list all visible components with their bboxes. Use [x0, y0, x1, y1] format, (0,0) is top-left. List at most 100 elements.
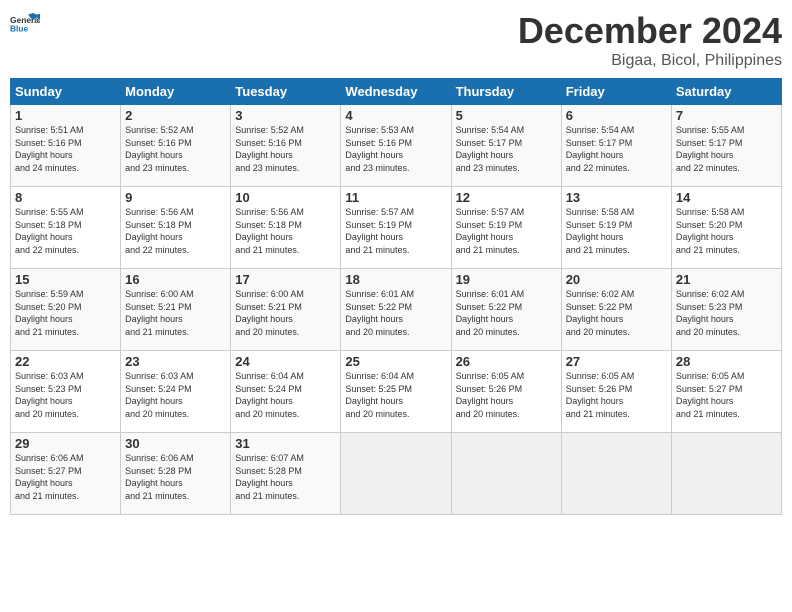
day-number: 10 [235, 190, 336, 205]
calendar-cell: 11Sunrise: 5:57 AMSunset: 5:19 PMDayligh… [341, 187, 451, 269]
col-monday: Monday [121, 79, 231, 105]
day-number: 5 [456, 108, 557, 123]
day-info: Sunrise: 5:59 AMSunset: 5:20 PMDaylight … [15, 288, 116, 338]
day-number: 6 [566, 108, 667, 123]
day-number: 23 [125, 354, 226, 369]
logo: General Blue [10, 10, 40, 39]
day-info: Sunrise: 6:07 AMSunset: 5:28 PMDaylight … [235, 452, 336, 502]
day-info: Sunrise: 6:03 AMSunset: 5:23 PMDaylight … [15, 370, 116, 420]
calendar-table: Sunday Monday Tuesday Wednesday Thursday… [10, 78, 782, 515]
calendar-row: 15Sunrise: 5:59 AMSunset: 5:20 PMDayligh… [11, 269, 782, 351]
calendar-cell: 30Sunrise: 6:06 AMSunset: 5:28 PMDayligh… [121, 433, 231, 515]
day-info: Sunrise: 5:55 AMSunset: 5:17 PMDaylight … [676, 124, 777, 174]
day-info: Sunrise: 5:54 AMSunset: 5:17 PMDaylight … [566, 124, 667, 174]
calendar-cell: 23Sunrise: 6:03 AMSunset: 5:24 PMDayligh… [121, 351, 231, 433]
calendar-row: 8Sunrise: 5:55 AMSunset: 5:18 PMDaylight… [11, 187, 782, 269]
calendar-cell: 12Sunrise: 5:57 AMSunset: 5:19 PMDayligh… [451, 187, 561, 269]
calendar-cell: 7Sunrise: 5:55 AMSunset: 5:17 PMDaylight… [671, 105, 781, 187]
calendar-cell: 20Sunrise: 6:02 AMSunset: 5:22 PMDayligh… [561, 269, 671, 351]
calendar-cell: 8Sunrise: 5:55 AMSunset: 5:18 PMDaylight… [11, 187, 121, 269]
calendar-cell: 17Sunrise: 6:00 AMSunset: 5:21 PMDayligh… [231, 269, 341, 351]
day-number: 4 [345, 108, 446, 123]
calendar-cell: 19Sunrise: 6:01 AMSunset: 5:22 PMDayligh… [451, 269, 561, 351]
calendar-cell [341, 433, 451, 515]
day-number: 26 [456, 354, 557, 369]
day-number: 3 [235, 108, 336, 123]
header-row: Sunday Monday Tuesday Wednesday Thursday… [11, 79, 782, 105]
day-number: 30 [125, 436, 226, 451]
day-number: 31 [235, 436, 336, 451]
day-number: 1 [15, 108, 116, 123]
day-info: Sunrise: 6:01 AMSunset: 5:22 PMDaylight … [456, 288, 557, 338]
calendar-row: 1Sunrise: 5:51 AMSunset: 5:16 PMDaylight… [11, 105, 782, 187]
calendar-cell: 22Sunrise: 6:03 AMSunset: 5:23 PMDayligh… [11, 351, 121, 433]
day-number: 27 [566, 354, 667, 369]
col-tuesday: Tuesday [231, 79, 341, 105]
day-number: 13 [566, 190, 667, 205]
month-title: December 2024 [518, 10, 782, 52]
day-number: 9 [125, 190, 226, 205]
calendar-cell: 21Sunrise: 6:02 AMSunset: 5:23 PMDayligh… [671, 269, 781, 351]
day-info: Sunrise: 5:56 AMSunset: 5:18 PMDaylight … [125, 206, 226, 256]
calendar-cell: 27Sunrise: 6:05 AMSunset: 5:26 PMDayligh… [561, 351, 671, 433]
day-number: 20 [566, 272, 667, 287]
day-number: 14 [676, 190, 777, 205]
day-info: Sunrise: 5:58 AMSunset: 5:20 PMDaylight … [676, 206, 777, 256]
svg-text:Blue: Blue [10, 24, 29, 34]
day-number: 18 [345, 272, 446, 287]
title-area: December 2024 Bigaa, Bicol, Philippines [518, 10, 782, 70]
calendar-cell: 25Sunrise: 6:04 AMSunset: 5:25 PMDayligh… [341, 351, 451, 433]
day-number: 29 [15, 436, 116, 451]
day-number: 22 [15, 354, 116, 369]
day-number: 28 [676, 354, 777, 369]
day-info: Sunrise: 5:57 AMSunset: 5:19 PMDaylight … [456, 206, 557, 256]
calendar-cell: 18Sunrise: 6:01 AMSunset: 5:22 PMDayligh… [341, 269, 451, 351]
day-number: 11 [345, 190, 446, 205]
day-info: Sunrise: 5:57 AMSunset: 5:19 PMDaylight … [345, 206, 446, 256]
calendar-cell: 29Sunrise: 6:06 AMSunset: 5:27 PMDayligh… [11, 433, 121, 515]
day-number: 25 [345, 354, 446, 369]
day-info: Sunrise: 6:05 AMSunset: 5:27 PMDaylight … [676, 370, 777, 420]
day-info: Sunrise: 5:52 AMSunset: 5:16 PMDaylight … [235, 124, 336, 174]
calendar-cell: 24Sunrise: 6:04 AMSunset: 5:24 PMDayligh… [231, 351, 341, 433]
day-info: Sunrise: 6:00 AMSunset: 5:21 PMDaylight … [235, 288, 336, 338]
col-wednesday: Wednesday [341, 79, 451, 105]
calendar-cell: 4Sunrise: 5:53 AMSunset: 5:16 PMDaylight… [341, 105, 451, 187]
day-number: 8 [15, 190, 116, 205]
calendar-cell: 2Sunrise: 5:52 AMSunset: 5:16 PMDaylight… [121, 105, 231, 187]
day-info: Sunrise: 6:04 AMSunset: 5:24 PMDaylight … [235, 370, 336, 420]
calendar-cell [671, 433, 781, 515]
day-info: Sunrise: 6:05 AMSunset: 5:26 PMDaylight … [566, 370, 667, 420]
day-info: Sunrise: 5:58 AMSunset: 5:19 PMDaylight … [566, 206, 667, 256]
calendar-cell [451, 433, 561, 515]
day-number: 15 [15, 272, 116, 287]
calendar-cell: 13Sunrise: 5:58 AMSunset: 5:19 PMDayligh… [561, 187, 671, 269]
calendar-cell: 3Sunrise: 5:52 AMSunset: 5:16 PMDaylight… [231, 105, 341, 187]
calendar-row: 29Sunrise: 6:06 AMSunset: 5:27 PMDayligh… [11, 433, 782, 515]
day-info: Sunrise: 5:52 AMSunset: 5:16 PMDaylight … [125, 124, 226, 174]
day-number: 16 [125, 272, 226, 287]
calendar-cell: 5Sunrise: 5:54 AMSunset: 5:17 PMDaylight… [451, 105, 561, 187]
day-info: Sunrise: 6:01 AMSunset: 5:22 PMDaylight … [345, 288, 446, 338]
day-number: 21 [676, 272, 777, 287]
location-title: Bigaa, Bicol, Philippines [518, 52, 782, 70]
col-saturday: Saturday [671, 79, 781, 105]
calendar-cell: 10Sunrise: 5:56 AMSunset: 5:18 PMDayligh… [231, 187, 341, 269]
day-number: 7 [676, 108, 777, 123]
calendar-row: 22Sunrise: 6:03 AMSunset: 5:23 PMDayligh… [11, 351, 782, 433]
day-number: 24 [235, 354, 336, 369]
day-info: Sunrise: 6:03 AMSunset: 5:24 PMDaylight … [125, 370, 226, 420]
col-sunday: Sunday [11, 79, 121, 105]
day-info: Sunrise: 5:53 AMSunset: 5:16 PMDaylight … [345, 124, 446, 174]
calendar-cell: 9Sunrise: 5:56 AMSunset: 5:18 PMDaylight… [121, 187, 231, 269]
col-friday: Friday [561, 79, 671, 105]
day-info: Sunrise: 6:04 AMSunset: 5:25 PMDaylight … [345, 370, 446, 420]
day-number: 19 [456, 272, 557, 287]
calendar-cell [561, 433, 671, 515]
day-info: Sunrise: 5:55 AMSunset: 5:18 PMDaylight … [15, 206, 116, 256]
calendar-cell: 16Sunrise: 6:00 AMSunset: 5:21 PMDayligh… [121, 269, 231, 351]
day-info: Sunrise: 6:00 AMSunset: 5:21 PMDaylight … [125, 288, 226, 338]
day-info: Sunrise: 5:56 AMSunset: 5:18 PMDaylight … [235, 206, 336, 256]
calendar-cell: 6Sunrise: 5:54 AMSunset: 5:17 PMDaylight… [561, 105, 671, 187]
logo-icon: General Blue [10, 10, 40, 39]
